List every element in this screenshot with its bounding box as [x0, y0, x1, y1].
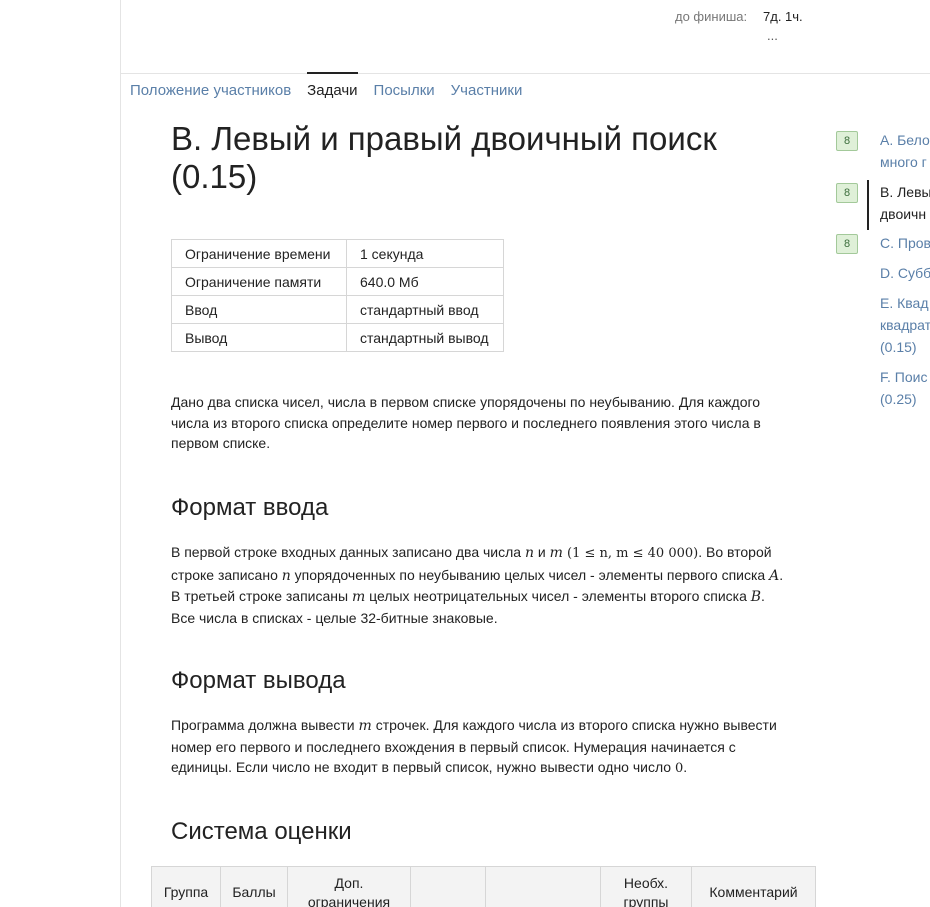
table-row: Ограничение памяти 640.0 Мб [171, 267, 504, 296]
timer-more-ellipsis[interactable]: ... [767, 28, 778, 43]
problem-title: B. Левый и правый двоичный поиск (0.15) [171, 120, 717, 195]
text-span: целых неотрицательных чисел - элементы в… [365, 588, 751, 605]
column-header: Необх. группы [600, 866, 692, 907]
table-row: Ввод стандартный ввод [171, 295, 504, 324]
input-format-text: В первой строке входных данных записано … [171, 542, 791, 629]
limit-value: стандартный вывод [346, 323, 504, 352]
math-var: m [351, 589, 366, 606]
limits-table: Ограничение времени 1 секунда Ограничени… [171, 239, 504, 352]
table-row: Вывод стандартный вывод [171, 323, 504, 352]
limit-name: Ввод [171, 295, 347, 324]
table-header-row: Группа Баллы Доп. ограничения Необх. гру… [151, 866, 816, 907]
math-var: m [549, 545, 563, 561]
math-var: m [358, 718, 372, 734]
sidebar-item-label[interactable]: F. Поис [880, 366, 930, 388]
limit-name: Ограничение памяти [171, 267, 347, 296]
column-header: Доп. ограничения [287, 866, 411, 907]
column-header: Группа [151, 866, 221, 907]
sidebar-item-label[interactable]: D. Субб [880, 262, 930, 284]
limit-value: 1 секунда [346, 239, 504, 268]
sidebar-item-label[interactable]: (0.15) [880, 336, 930, 358]
column-header [485, 866, 601, 907]
limit-value: стандартный ввод [346, 295, 504, 324]
table-row: Ограничение времени 1 секунда [171, 239, 504, 268]
tab-standings[interactable]: Положение участников [130, 73, 291, 105]
sidebar-item-label[interactable]: квадрат [880, 314, 930, 336]
column-header [410, 866, 486, 907]
tab-participants[interactable]: Участники [451, 73, 523, 105]
sidebar-item-label[interactable]: двоичн [880, 203, 930, 225]
tab-problems[interactable]: Задачи [307, 72, 358, 105]
column-header: Комментарий [691, 866, 816, 907]
sidebar-item-label[interactable]: E. Квад [880, 292, 930, 314]
score-badge: 8 [836, 131, 858, 151]
column-header: Баллы [220, 866, 288, 907]
text-span: . [683, 759, 688, 776]
text-span: Программа должна вывести [171, 717, 359, 733]
math-var: n [281, 567, 291, 584]
math-var: A [769, 567, 780, 584]
output-format-heading: Формат вывода [171, 667, 346, 694]
limit-name: Вывод [171, 323, 347, 352]
tab-submissions[interactable]: Посылки [374, 73, 435, 105]
output-format-text: Программа должна вывести m строчек. Для … [171, 715, 791, 780]
scoring-heading: Система оценки [171, 818, 352, 845]
text-span: упорядоченных по неубыванию целых чисел … [290, 566, 770, 583]
sidebar-item-label[interactable]: много г [880, 151, 930, 173]
score-badge: 8 [836, 183, 858, 203]
math-var: B [750, 589, 762, 606]
timer-label: до финиша: [675, 9, 748, 24]
contest-tabs: Положение участников Задачи Посылки Учас… [130, 72, 523, 105]
problem-statement: Дано два списка чисел, числа в первом сп… [171, 394, 761, 452]
math-var: n [524, 545, 534, 561]
sidebar-item-label[interactable]: B. Левы [880, 181, 930, 203]
math-range: (1 ≤ n, m ≤ 40 000) [562, 546, 699, 561]
sidebar-item-label[interactable]: (0.25) [880, 388, 930, 410]
scoring-table: Группа Баллы Доп. ограничения Необх. гру… [151, 866, 816, 907]
sidebar-active-indicator [867, 180, 869, 230]
contest-timer: до финиша: 7д. 1ч. ... [0, 8, 930, 48]
text-span: и [534, 544, 550, 560]
text-span: В первой строке входных данных записано … [171, 544, 525, 560]
sidebar-item-label[interactable]: C. Пров [880, 232, 930, 254]
limit-name: Ограничение времени [171, 239, 347, 268]
content-left-border [120, 0, 121, 907]
timer-value: 7д. 1ч. [763, 9, 803, 24]
sidebar-item-label[interactable]: A. Бело [880, 129, 930, 151]
score-badge: 8 [836, 234, 858, 254]
limit-value: 640.0 Мб [346, 267, 504, 296]
input-format-heading: Формат ввода [171, 494, 329, 521]
